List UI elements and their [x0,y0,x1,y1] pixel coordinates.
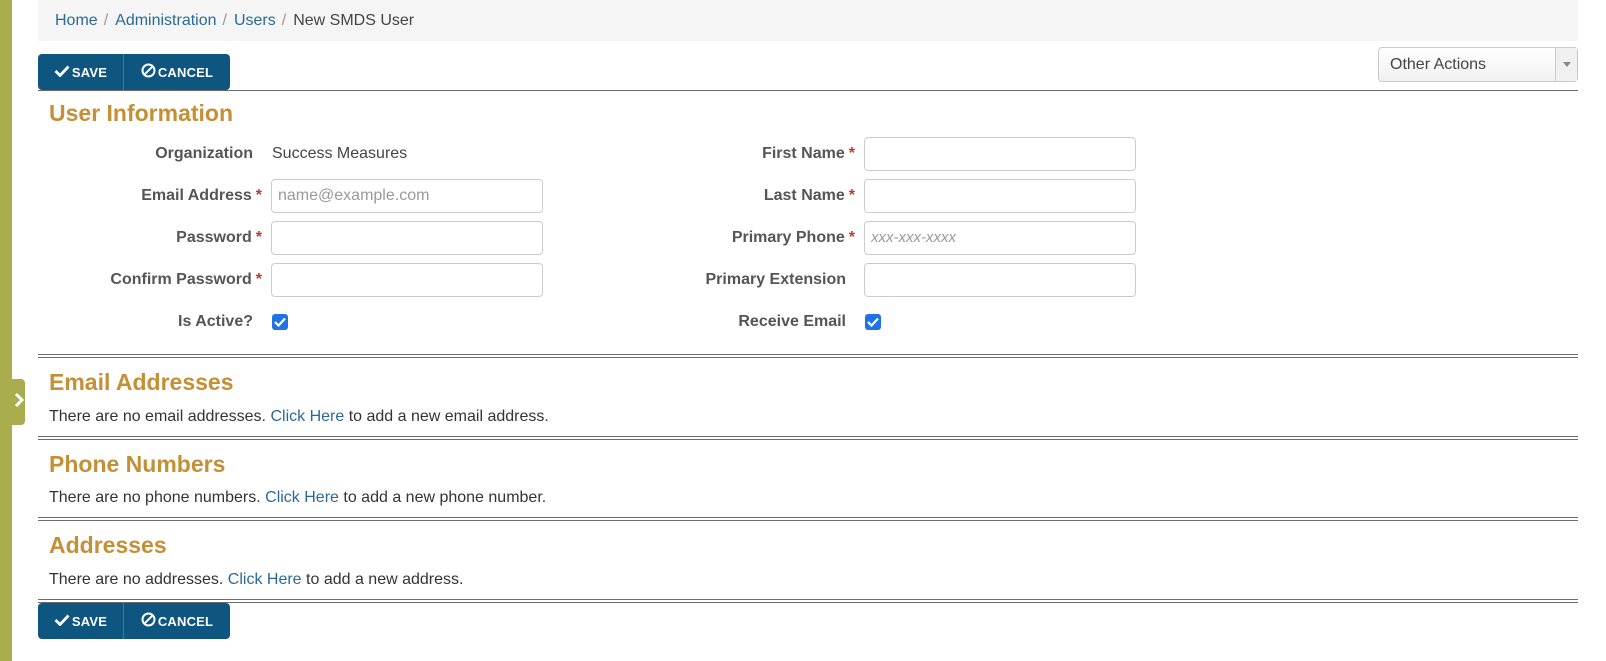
last-name-label: Last Name * [763,187,855,204]
receive-email-checkbox[interactable] [865,314,881,330]
checkmark-icon [54,65,72,80]
primary-extension-input[interactable] [864,263,1136,297]
email-address-input[interactable] [271,179,543,213]
primary-phone-input[interactable] [864,221,1136,255]
section-title-addresses: Addresses [49,532,167,558]
confirm-password-label: Confirm Password * [110,271,262,288]
caret-down-icon [1555,48,1577,81]
save-button[interactable]: SAVE [38,54,124,90]
addresses-empty-message: There are no addresses. Click Here to ad… [49,571,464,588]
section-title-user-information: User Information [49,100,234,126]
chevron-right-icon [14,392,24,412]
organization-label: Organization [155,145,253,162]
section-title-phone-numbers: Phone Numbers [49,451,226,477]
cancel-button-label: CANCEL [157,613,214,629]
breadcrumb-separator: / [222,11,227,29]
save-button[interactable]: SAVE [38,603,124,639]
divider [38,436,1578,440]
primary-extension-label: Primary Extension [705,271,847,288]
breadcrumb-administration[interactable]: Administration [115,12,216,30]
cancel-button[interactable]: CANCEL [124,603,230,639]
breadcrumb-separator: / [103,11,109,29]
bottom-action-buttons: SAVE CANCEL [38,603,230,639]
organization-value: Success Measures [272,145,408,162]
divider [38,90,1578,91]
confirm-password-input[interactable] [271,263,543,297]
add-phone-number-link[interactable]: Click Here [265,489,339,506]
divider [38,517,1578,521]
password-label: Password * [176,229,262,246]
add-address-link[interactable]: Click Here [228,571,302,588]
save-button-label: SAVE [71,64,108,80]
first-name-input[interactable] [864,137,1136,171]
other-actions-dropdown[interactable]: Other Actions [1378,47,1578,82]
cancel-button[interactable]: CANCEL [124,54,230,90]
breadcrumb-users[interactable]: Users [234,12,276,30]
breadcrumb-separator: / [281,11,287,29]
add-email-address-link[interactable]: Click Here [270,408,344,425]
first-name-label: First Name * [762,145,855,162]
other-actions-label: Other Actions [1390,55,1487,73]
section-title-email-addresses: Email Addresses [49,369,234,395]
sidebar-toggle-button[interactable] [12,379,25,425]
breadcrumb-home[interactable]: Home [55,12,98,30]
phone-numbers-empty-message: There are no phone numbers. Click Here t… [49,489,547,506]
main-content: Home / Administration / Users / New SMDS… [38,0,1578,661]
last-name-input[interactable] [864,179,1136,213]
is-active-checkbox[interactable] [272,314,288,330]
top-action-buttons: SAVE CANCEL [38,54,230,90]
save-button-label: SAVE [71,613,108,629]
divider [38,354,1578,358]
is-active-label: Is Active? [178,313,253,330]
divider [38,599,1578,603]
receive-email-label: Receive Email [738,313,846,330]
ban-icon [141,612,158,630]
primary-phone-label: Primary Phone * [731,229,855,246]
breadcrumb: Home / Administration / Users / New SMDS… [38,0,1578,41]
left-rail [0,0,12,661]
email-addresses-empty-message: There are no email addresses. Click Here… [49,408,549,425]
checkmark-icon [54,614,72,629]
password-input[interactable] [271,221,543,255]
email-address-label: Email Address * [141,187,262,204]
cancel-button-label: CANCEL [157,64,214,80]
ban-icon [141,63,158,81]
breadcrumb-current: New SMDS User [293,11,415,29]
